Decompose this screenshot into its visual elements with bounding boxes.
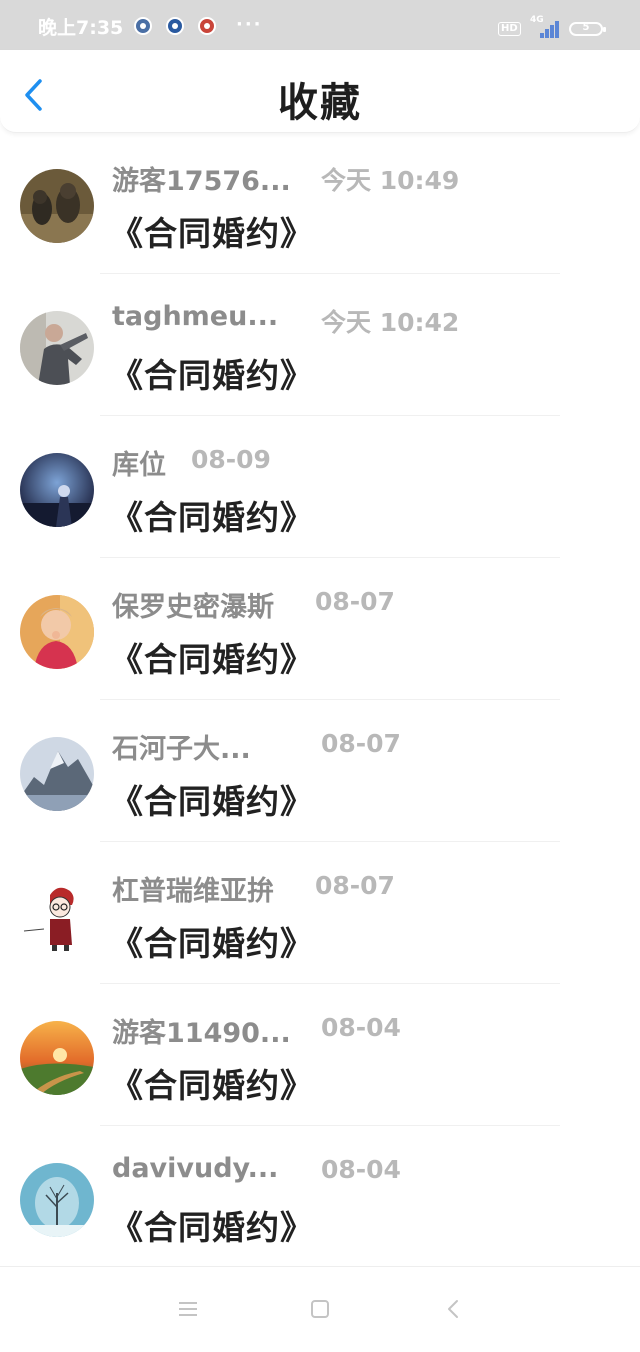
timestamp: 08-09 <box>191 445 271 474</box>
avatar[interactable] <box>20 169 94 243</box>
avatar[interactable] <box>20 879 94 953</box>
book-title[interactable]: 《合同婚约》 <box>110 775 314 823</box>
more-notifications-icon: ··· <box>236 14 263 35</box>
network-type: 4G <box>530 15 544 25</box>
avatar[interactable] <box>20 1021 94 1095</box>
favorites-list: 游客17576... 今天 10:49 《合同婚约》 taghmeu... 今天… <box>0 132 640 1268</box>
list-item[interactable]: 游客17576... 今天 10:49 《合同婚约》 <box>0 132 640 274</box>
timestamp: 今天 10:49 <box>321 166 460 195</box>
status-bar: 晚上7:35 ··· HD 4G 5 <box>0 0 640 50</box>
timestamp: 08-07 <box>315 587 395 616</box>
back-triangle-icon[interactable] <box>442 1297 466 1321</box>
app-notification-icon <box>198 17 216 35</box>
home-square-icon[interactable] <box>308 1297 332 1321</box>
timestamp: 今天 10:42 <box>321 308 460 337</box>
avatar[interactable] <box>20 453 94 527</box>
app-notification-icon <box>134 17 152 35</box>
username: 游客17576... <box>112 166 291 197</box>
list-item[interactable]: 库位 08-09 《合同婚约》 <box>0 416 640 558</box>
menu-icon[interactable] <box>176 1297 200 1321</box>
book-title[interactable]: 《合同婚约》 <box>110 917 314 965</box>
status-time: 晚上7:35 <box>38 17 124 39</box>
list-item[interactable]: 保罗史密瀑斯 08-07 《合同婚约》 <box>0 558 640 700</box>
timestamp: 08-04 <box>321 1155 401 1184</box>
username: 保罗史密瀑斯 <box>112 592 274 623</box>
username: 库位 <box>112 450 166 481</box>
book-title[interactable]: 《合同婚约》 <box>110 207 314 255</box>
book-title[interactable]: 《合同婚约》 <box>110 633 314 681</box>
list-item[interactable]: taghmeu... 今天 10:42 《合同婚约》 <box>0 274 640 416</box>
app-notification-icon <box>166 17 184 35</box>
page-header: 收藏 <box>0 50 640 133</box>
signal-icon: 4G <box>530 15 560 40</box>
username: davivudy... <box>112 1153 279 1184</box>
avatar[interactable] <box>20 737 94 811</box>
avatar[interactable] <box>20 1163 94 1237</box>
avatar[interactable] <box>20 311 94 385</box>
list-item[interactable]: 杠普瑞维亚拚 08-07 《合同婚约》 <box>0 842 640 984</box>
username: 杠普瑞维亚拚 <box>112 876 274 907</box>
list-item[interactable]: 石河子大... 08-07 《合同婚约》 <box>0 700 640 842</box>
hd-badge: HD <box>498 22 521 36</box>
notification-icons <box>134 17 216 35</box>
list-item[interactable]: 游客11490... 08-04 《合同婚约》 <box>0 984 640 1126</box>
page-title: 收藏 <box>278 80 362 126</box>
timestamp: 08-07 <box>315 871 395 900</box>
timestamp: 08-07 <box>321 729 401 758</box>
book-title[interactable]: 《合同婚约》 <box>110 1059 314 1107</box>
username: taghmeu... <box>112 301 279 332</box>
username: 游客11490... <box>112 1018 291 1049</box>
battery-icon: 5 <box>569 22 606 36</box>
book-title[interactable]: 《合同婚约》 <box>110 1201 314 1249</box>
book-title[interactable]: 《合同婚约》 <box>110 349 314 397</box>
username: 石河子大... <box>112 734 251 765</box>
battery-level: 5 <box>582 22 590 33</box>
avatar[interactable] <box>20 595 94 669</box>
list-item[interactable]: davivudy... 08-04 《合同婚约》 <box>0 1126 640 1268</box>
timestamp: 08-04 <box>321 1013 401 1042</box>
system-nav-bar <box>0 1266 640 1352</box>
book-title[interactable]: 《合同婚约》 <box>110 491 314 539</box>
